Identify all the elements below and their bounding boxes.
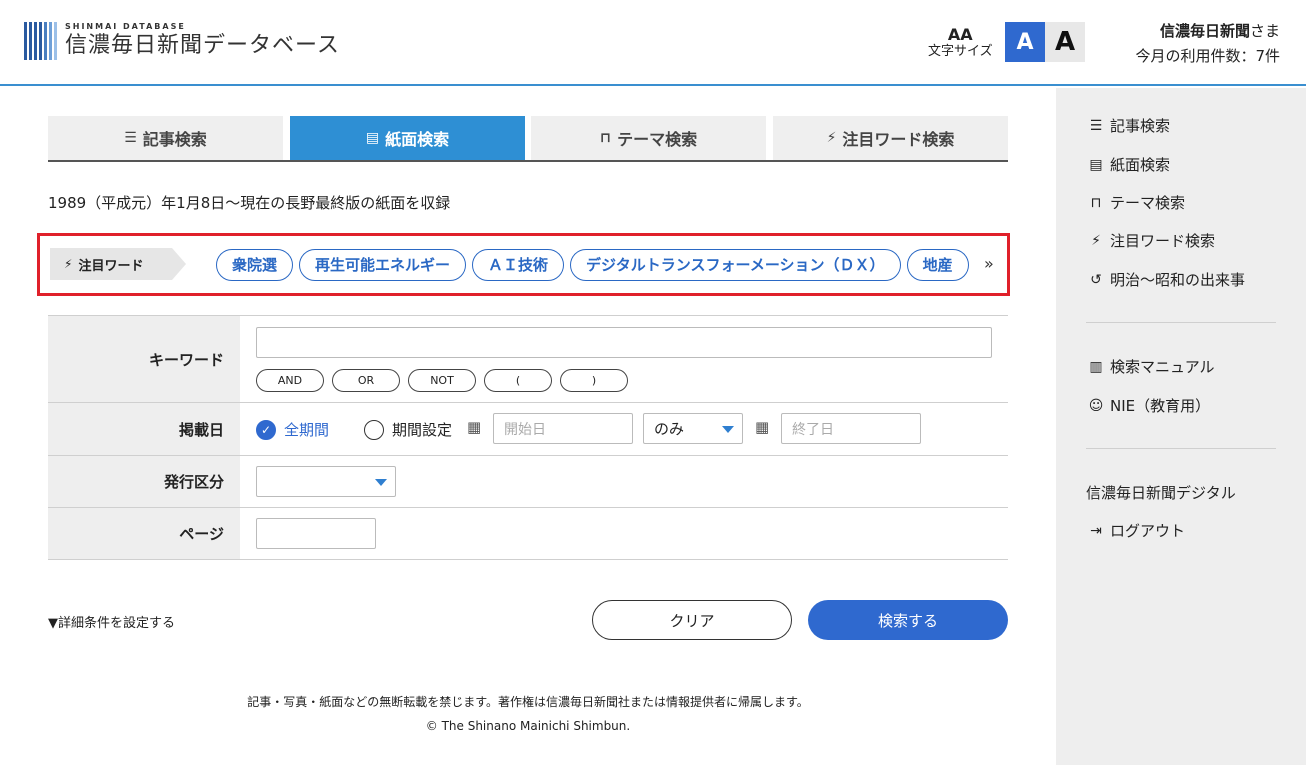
hot-word-chip[interactable]: ＡＩ技術 bbox=[472, 249, 565, 281]
clear-button[interactable]: クリア bbox=[592, 600, 792, 640]
sidebar-item-manual[interactable]: ▥ 検索マニュアル bbox=[1086, 356, 1214, 377]
not-button[interactable]: NOT bbox=[408, 369, 476, 392]
date-row: 掲載日 ✓ 全期間 期間設定 ▦ 開始日 のみ ▦ 終了日 bbox=[48, 403, 1008, 456]
bolt-icon: ⚡ bbox=[826, 130, 837, 146]
period-setting-radio[interactable]: 期間設定 bbox=[364, 419, 452, 440]
font-size-control: AA 文字サイズ bbox=[928, 26, 993, 60]
collection-range-text: 1989（平成元）年1月8日～現在の長野最終版の紙面を収録 bbox=[48, 194, 451, 212]
hot-words-label: ⚡ 注目ワード bbox=[50, 248, 186, 280]
font-size-large-button[interactable]: A bbox=[1045, 22, 1085, 62]
keyword-row: キーワード AND OR NOT ( ) bbox=[48, 316, 1008, 403]
search-button[interactable]: 検索する bbox=[808, 600, 1008, 640]
copyright-notice: 記事・写真・紙面などの無断転載を禁じます。著作権は信濃毎日新聞社または情報提供者… bbox=[247, 695, 809, 709]
issue-label: 発行区分 bbox=[48, 456, 240, 507]
copyright: © The Shinano Mainichi Shimbun. bbox=[425, 719, 631, 733]
usage-count: 今月の利用件数：7件 bbox=[1135, 47, 1280, 65]
scroll-right-icon[interactable]: » bbox=[984, 254, 994, 273]
date-mode-select[interactable]: のみ bbox=[643, 413, 743, 444]
calendar-icon[interactable]: ▦ bbox=[755, 418, 769, 436]
page-label: ページ bbox=[48, 508, 240, 559]
list-icon: ☰ bbox=[1089, 117, 1103, 134]
font-size-standard-button[interactable]: A bbox=[1005, 22, 1045, 62]
all-period-radio[interactable]: ✓ 全期間 bbox=[256, 419, 329, 440]
sidebar-divider bbox=[1086, 322, 1276, 323]
sidebar-item-logout[interactable]: ⇥ ログアウト bbox=[1086, 520, 1185, 541]
user-honorific: さま bbox=[1249, 22, 1280, 40]
date-label: 掲載日 bbox=[48, 403, 240, 455]
face-icon: ☺ bbox=[1088, 397, 1104, 414]
chevron-down-icon bbox=[722, 426, 734, 433]
history-icon: ↺ bbox=[1090, 271, 1102, 288]
hot-word-chip[interactable]: 再生可能エネルギー bbox=[299, 249, 467, 281]
logo[interactable]: SHINMAI DATABASE 信濃毎日新聞データベース bbox=[24, 22, 340, 60]
end-date-input[interactable]: 終了日 bbox=[781, 413, 921, 444]
book-icon: ▥ bbox=[1089, 358, 1103, 375]
logo-title: 信濃毎日新聞データベース bbox=[65, 33, 340, 58]
newspaper-icon: ▤ bbox=[365, 130, 380, 146]
tab-page-search[interactable]: ▤ 紙面検索 bbox=[290, 116, 525, 160]
sidebar-item-article-search[interactable]: ☰ 記事検索 bbox=[1086, 115, 1170, 136]
user-name-line: 信濃毎日新聞さま bbox=[1135, 20, 1280, 42]
font-size-icon: AA bbox=[947, 25, 973, 44]
hot-word-chip[interactable]: 地産 bbox=[906, 249, 969, 281]
bolt-icon: ⚡ bbox=[1091, 232, 1101, 249]
logo-bars-icon bbox=[24, 22, 59, 60]
search-form: キーワード AND OR NOT ( ) 掲載日 ✓ 全期間 期間設定 ▦ 開始日… bbox=[48, 315, 1008, 560]
hot-word-chip[interactable]: デジタルトランスフォーメーション（ＤＸ） bbox=[570, 249, 901, 281]
bookmark-icon: ⊓ bbox=[599, 130, 612, 146]
start-date-input[interactable]: 開始日 bbox=[493, 413, 633, 444]
newspaper-icon: ▤ bbox=[1089, 156, 1103, 173]
close-paren-button[interactable]: ) bbox=[560, 369, 628, 392]
sidebar-item-hotword-search[interactable]: ⚡ 注目ワード検索 bbox=[1086, 230, 1215, 251]
font-size-label: 文字サイズ bbox=[928, 44, 993, 59]
and-button[interactable]: AND bbox=[256, 369, 324, 392]
sidebar-item-theme-search[interactable]: ⊓ テーマ検索 bbox=[1086, 192, 1185, 213]
hot-words-chips: 衆院選 再生可能エネルギー ＡＩ技術 デジタルトランスフォーメーション（ＤＸ） 地産 bbox=[216, 249, 978, 283]
issue-select[interactable] bbox=[256, 466, 396, 497]
open-paren-button[interactable]: ( bbox=[484, 369, 552, 392]
keyword-label: キーワード bbox=[48, 316, 240, 402]
issue-row: 発行区分 bbox=[48, 456, 1008, 508]
header: SHINMAI DATABASE 信濃毎日新聞データベース AA 文字サイズ A… bbox=[0, 0, 1306, 86]
page-row: ページ bbox=[48, 508, 1008, 560]
sidebar-item-digital[interactable]: 信濃毎日新聞デジタル bbox=[1086, 482, 1236, 503]
sidebar-item-history[interactable]: ↺ 明治～昭和の出来事 bbox=[1086, 269, 1245, 290]
sidebar-item-page-search[interactable]: ▤ 紙面検索 bbox=[1086, 154, 1170, 175]
tab-hotword-search[interactable]: ⚡ 注目ワード検索 bbox=[773, 116, 1008, 160]
bookmark-icon: ⊓ bbox=[1090, 194, 1102, 211]
radio-circle bbox=[364, 419, 384, 440]
bolt-icon: ⚡ bbox=[64, 257, 73, 271]
keyword-input[interactable] bbox=[256, 327, 992, 358]
hot-word-chip[interactable]: 衆院選 bbox=[216, 249, 294, 281]
advanced-conditions-toggle[interactable]: ▼詳細条件を設定する bbox=[48, 612, 175, 631]
calendar-icon[interactable]: ▦ bbox=[467, 418, 481, 436]
hot-words-bar: ⚡ 注目ワード 衆院選 再生可能エネルギー ＡＩ技術 デジタルトランスフォーメーション（… bbox=[37, 233, 1010, 296]
sidebar: ☰ 記事検索 ▤ 紙面検索 ⊓ テーマ検索 ⚡ 注目ワード検索 ↺ 明治～昭和の出来事 ▥… bbox=[1056, 88, 1306, 765]
user-info: 信濃毎日新聞さま 今月の利用件数：7件 bbox=[1135, 20, 1280, 70]
sidebar-item-nie[interactable]: ☺ NIE（教育用） bbox=[1086, 395, 1210, 416]
tab-article-search[interactable]: ☰ 記事検索 bbox=[48, 116, 283, 160]
list-icon: ☰ bbox=[124, 130, 137, 146]
logout-icon: ⇥ bbox=[1090, 522, 1102, 539]
check-icon: ✓ bbox=[256, 419, 276, 440]
user-name: 信濃毎日新聞 bbox=[1159, 22, 1250, 40]
chevron-down-icon bbox=[375, 479, 387, 486]
tab-theme-search[interactable]: ⊓ テーマ検索 bbox=[531, 116, 766, 160]
or-button[interactable]: OR bbox=[332, 369, 400, 392]
logo-subtitle: SHINMAI DATABASE bbox=[65, 22, 186, 31]
page-input[interactable] bbox=[256, 518, 376, 549]
search-tabs: ☰ 記事検索 ▤ 紙面検索 ⊓ テーマ検索 ⚡ 注目ワード検索 bbox=[48, 116, 1008, 162]
sidebar-divider bbox=[1086, 448, 1276, 449]
